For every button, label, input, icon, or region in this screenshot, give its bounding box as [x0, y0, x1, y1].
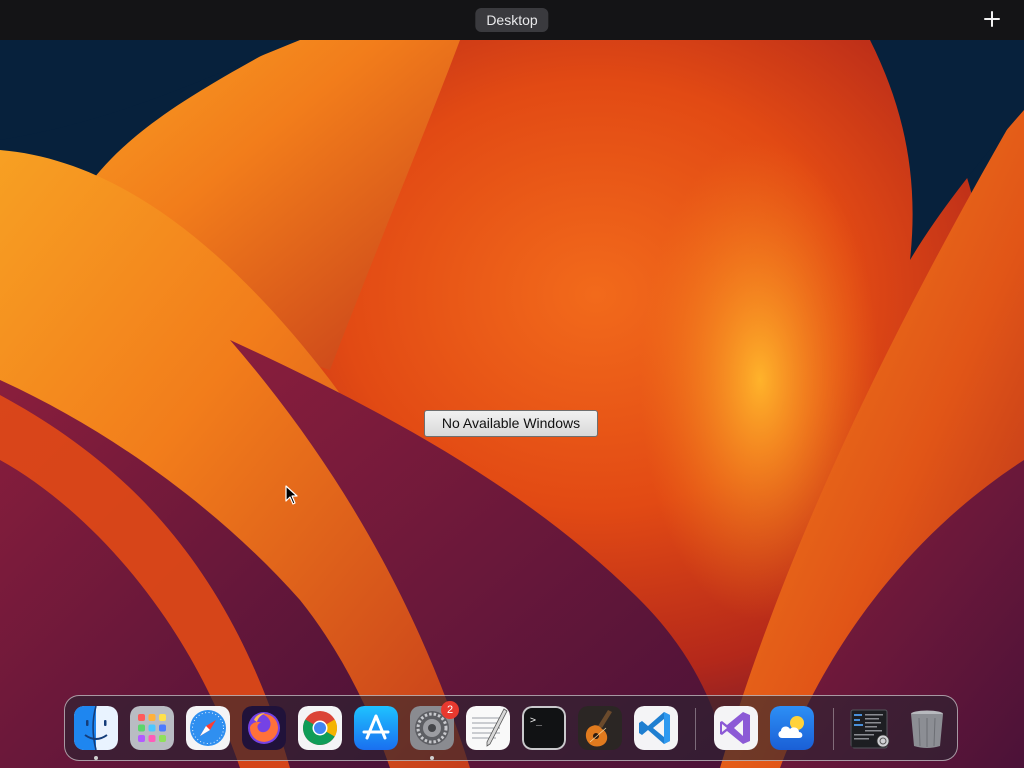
desktop-space-thumbnail-label[interactable]: Desktop [475, 8, 549, 32]
textedit-icon[interactable] [466, 706, 510, 750]
spaces-bar: Desktop [0, 0, 1024, 40]
launchpad-icon[interactable] [130, 706, 174, 750]
finder-icon[interactable] [74, 706, 118, 750]
weather-icon[interactable] [770, 706, 814, 750]
dock-separator [833, 708, 834, 750]
mouse-cursor-icon [285, 485, 299, 510]
safari-icon[interactable] [186, 706, 230, 750]
dock-separator [695, 708, 696, 750]
terminal-icon[interactable]: >_ [522, 706, 566, 750]
downloads-stack-icon[interactable] [849, 706, 893, 750]
finder-running-indicator [94, 756, 98, 760]
garageband-icon[interactable] [578, 706, 622, 750]
plus-icon[interactable] [982, 9, 1002, 29]
app-store-icon[interactable] [354, 706, 398, 750]
firefox-icon[interactable] [242, 706, 286, 750]
terminal-prompt-text: >_ [530, 715, 543, 726]
vscode-icon[interactable] [634, 706, 678, 750]
system-settings-notification-badge: 2 [441, 701, 459, 719]
no-available-windows-label: No Available Windows [424, 410, 598, 437]
trash-icon[interactable] [905, 706, 949, 750]
visual-studio-icon[interactable] [714, 706, 758, 750]
system-settings-running-indicator [430, 756, 434, 760]
dock: 2 >_ [64, 695, 958, 761]
wallpaper-art [0, 40, 1024, 768]
mission-control-screen: Desktop No Available Windows 2 >_ [0, 0, 1024, 768]
desktop-wallpaper: No Available Windows [0, 40, 1024, 768]
chrome-icon[interactable] [298, 706, 342, 750]
